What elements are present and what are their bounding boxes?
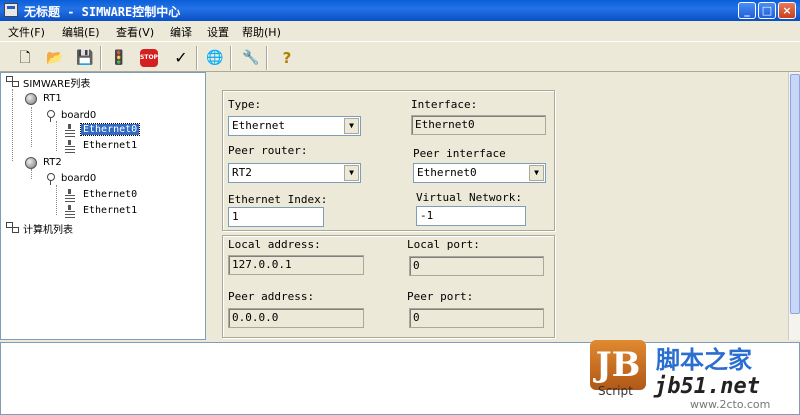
traffic-light-icon[interactable]: 🚦	[108, 47, 130, 69]
local-port-field: 0	[409, 256, 544, 276]
peer-address-label: Peer address:	[228, 290, 315, 303]
tree-item-rt2-board0[interactable]: board0	[61, 173, 96, 184]
globe-icon[interactable]: 🌐	[204, 47, 226, 69]
minimize-button[interactable]: _	[738, 2, 756, 19]
virtual-network-input[interactable]: -1	[416, 206, 526, 226]
chevron-down-icon[interactable]: ▼	[344, 118, 359, 134]
tree-item-rt1[interactable]: RT1	[43, 93, 62, 104]
virtual-network-label: Virtual Network:	[416, 191, 522, 204]
ethernet-icon	[65, 140, 75, 154]
chevron-down-icon[interactable]: ▼	[344, 165, 359, 181]
menu-view[interactable]: 查看(V)	[116, 24, 154, 40]
local-port-label: Local port:	[407, 238, 480, 251]
watermark-site-name: 脚本之家	[656, 346, 752, 374]
interface-properties-pane: Type: Ethernet ▼ Interface: Ethernet0 Pe…	[210, 72, 788, 340]
restore-button[interactable]: □	[758, 2, 776, 19]
toolbar-separator	[230, 46, 232, 70]
ethernet-index-label: Ethernet Index:	[228, 193, 328, 206]
watermark-script-text: Script	[598, 384, 633, 398]
peer-router-select[interactable]: RT2 ▼	[228, 163, 361, 183]
tree-line	[56, 185, 57, 215]
peer-address-field: 0.0.0.0	[228, 308, 364, 328]
peer-router-label: Peer router:	[228, 144, 308, 157]
wrench-icon[interactable]: 🔧	[240, 47, 262, 69]
scrollbar-thumb[interactable]	[790, 74, 800, 314]
stop-icon[interactable]: STOP	[138, 47, 160, 69]
tree-item-computer-list[interactable]: 计算机列表	[23, 221, 73, 236]
toolbar-separator	[266, 46, 268, 70]
menu-edit[interactable]: 编辑(E)	[62, 24, 100, 40]
menu-settings[interactable]: 设置	[207, 24, 229, 40]
interface-label: Interface:	[411, 98, 478, 111]
tree-item-rt2-ethernet1[interactable]: Ethernet1	[83, 205, 137, 216]
type-label: Type:	[228, 98, 262, 111]
board-icon	[47, 173, 55, 185]
watermark-sub: www.2cto.com	[690, 398, 771, 411]
peer-port-label: Peer port:	[407, 290, 474, 303]
menu-help[interactable]: 帮助(H)	[242, 24, 281, 40]
board-icon	[47, 110, 55, 122]
chevron-down-icon[interactable]: ▼	[529, 165, 544, 181]
router-icon	[25, 93, 37, 105]
help-icon[interactable]: ?	[276, 47, 298, 69]
ethernet-icon	[65, 205, 75, 219]
title-bar: 无标题 - SIMWARE控制中心 _ □ ×	[0, 0, 800, 21]
ethernet-index-input[interactable]: 1	[228, 207, 324, 227]
network-icon	[5, 221, 19, 233]
interface-field: Ethernet0	[411, 115, 546, 135]
tree-item-rt1-board0[interactable]: board0	[61, 110, 96, 121]
app-icon	[4, 3, 18, 17]
watermark-domain: jb51.net	[654, 374, 760, 399]
peer-port-field: 0	[409, 308, 544, 328]
network-icon	[5, 75, 19, 87]
new-icon[interactable]: 🗋	[14, 47, 36, 69]
save-icon[interactable]: 💾	[74, 47, 96, 69]
check-icon[interactable]: ✓	[170, 47, 192, 69]
jb51-logo: JB	[590, 340, 646, 390]
peer-interface-select[interactable]: Ethernet0 ▼	[413, 163, 546, 183]
toolbar: 🗋 📂 💾 🚦 STOP ✓ 🌐 🔧 ?	[0, 41, 800, 72]
tree-item-rt1-ethernet1[interactable]: Ethernet1	[83, 140, 137, 151]
ethernet-icon	[65, 124, 75, 138]
tree-line	[12, 89, 13, 99]
tree-item-rt1-ethernet0[interactable]: Ethernet0	[79, 123, 141, 136]
local-address-label: Local address:	[228, 238, 321, 251]
menu-file[interactable]: 文件(F)	[8, 24, 45, 40]
type-select-value: Ethernet	[232, 119, 285, 132]
peer-interface-label: Peer interface	[413, 147, 506, 160]
stop-icon-label: STOP	[140, 49, 158, 67]
ethernet-icon	[65, 189, 75, 203]
menu-compile[interactable]: 编译	[170, 24, 192, 40]
watermark: JB Script 脚本之家 jb51.net www.2cto.com	[590, 332, 800, 415]
toolbar-separator	[196, 46, 198, 70]
tree-item-rt2[interactable]: RT2	[43, 157, 62, 168]
type-select[interactable]: Ethernet ▼	[228, 116, 361, 136]
tree-item-simware-list[interactable]: SIMWARE列表	[23, 75, 90, 90]
router-icon	[25, 157, 37, 169]
tree-line	[12, 99, 13, 161]
local-address-field: 127.0.0.1	[228, 255, 364, 275]
peer-interface-select-value: Ethernet0	[417, 166, 477, 179]
vertical-scrollbar[interactable]	[788, 72, 800, 340]
tree-line	[31, 107, 32, 147]
tree-item-rt2-ethernet0[interactable]: Ethernet0	[83, 189, 137, 200]
open-icon[interactable]: 📂	[44, 47, 66, 69]
menu-bar: 文件(F) 编辑(E) 查看(V) 编译 设置 帮助(H)	[0, 21, 800, 40]
tree-line	[56, 121, 57, 151]
device-tree[interactable]: SIMWARE列表 RT1 board0 Ethernet0 Ethernet1…	[0, 72, 206, 340]
toolbar-separator	[100, 46, 102, 70]
close-button[interactable]: ×	[778, 2, 796, 19]
tree-line	[31, 169, 32, 179]
peer-router-select-value: RT2	[232, 166, 252, 179]
window-title: 无标题 - SIMWARE控制中心	[24, 5, 181, 19]
